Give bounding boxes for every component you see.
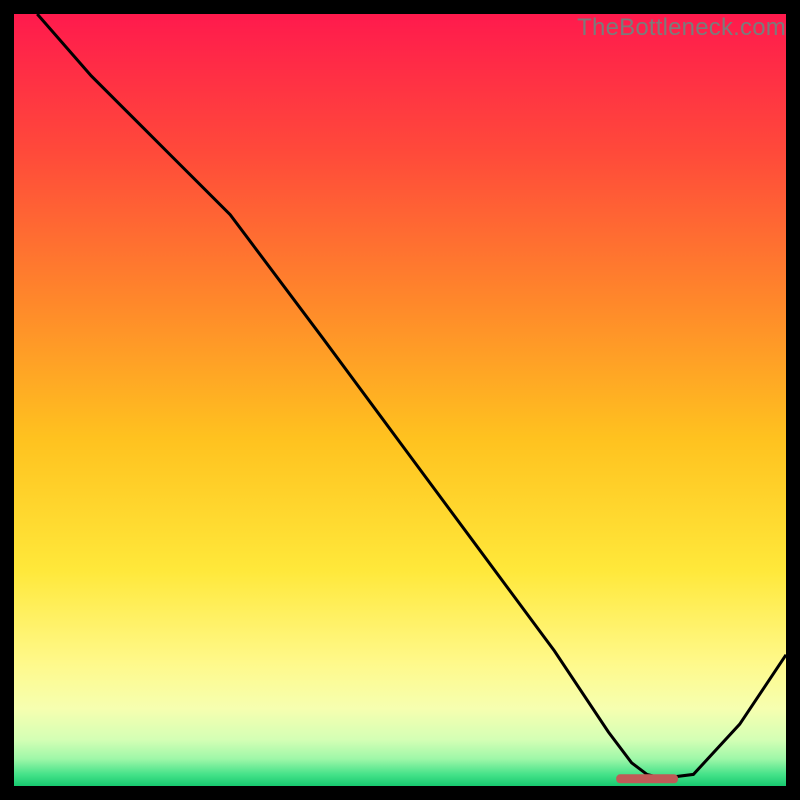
watermark-text: TheBottleneck.com: [577, 14, 786, 42]
gradient-background: [14, 14, 786, 786]
chart-frame: TheBottleneck.com: [14, 14, 786, 786]
chart-plot: [14, 14, 786, 786]
optimal-marker: [616, 774, 678, 783]
